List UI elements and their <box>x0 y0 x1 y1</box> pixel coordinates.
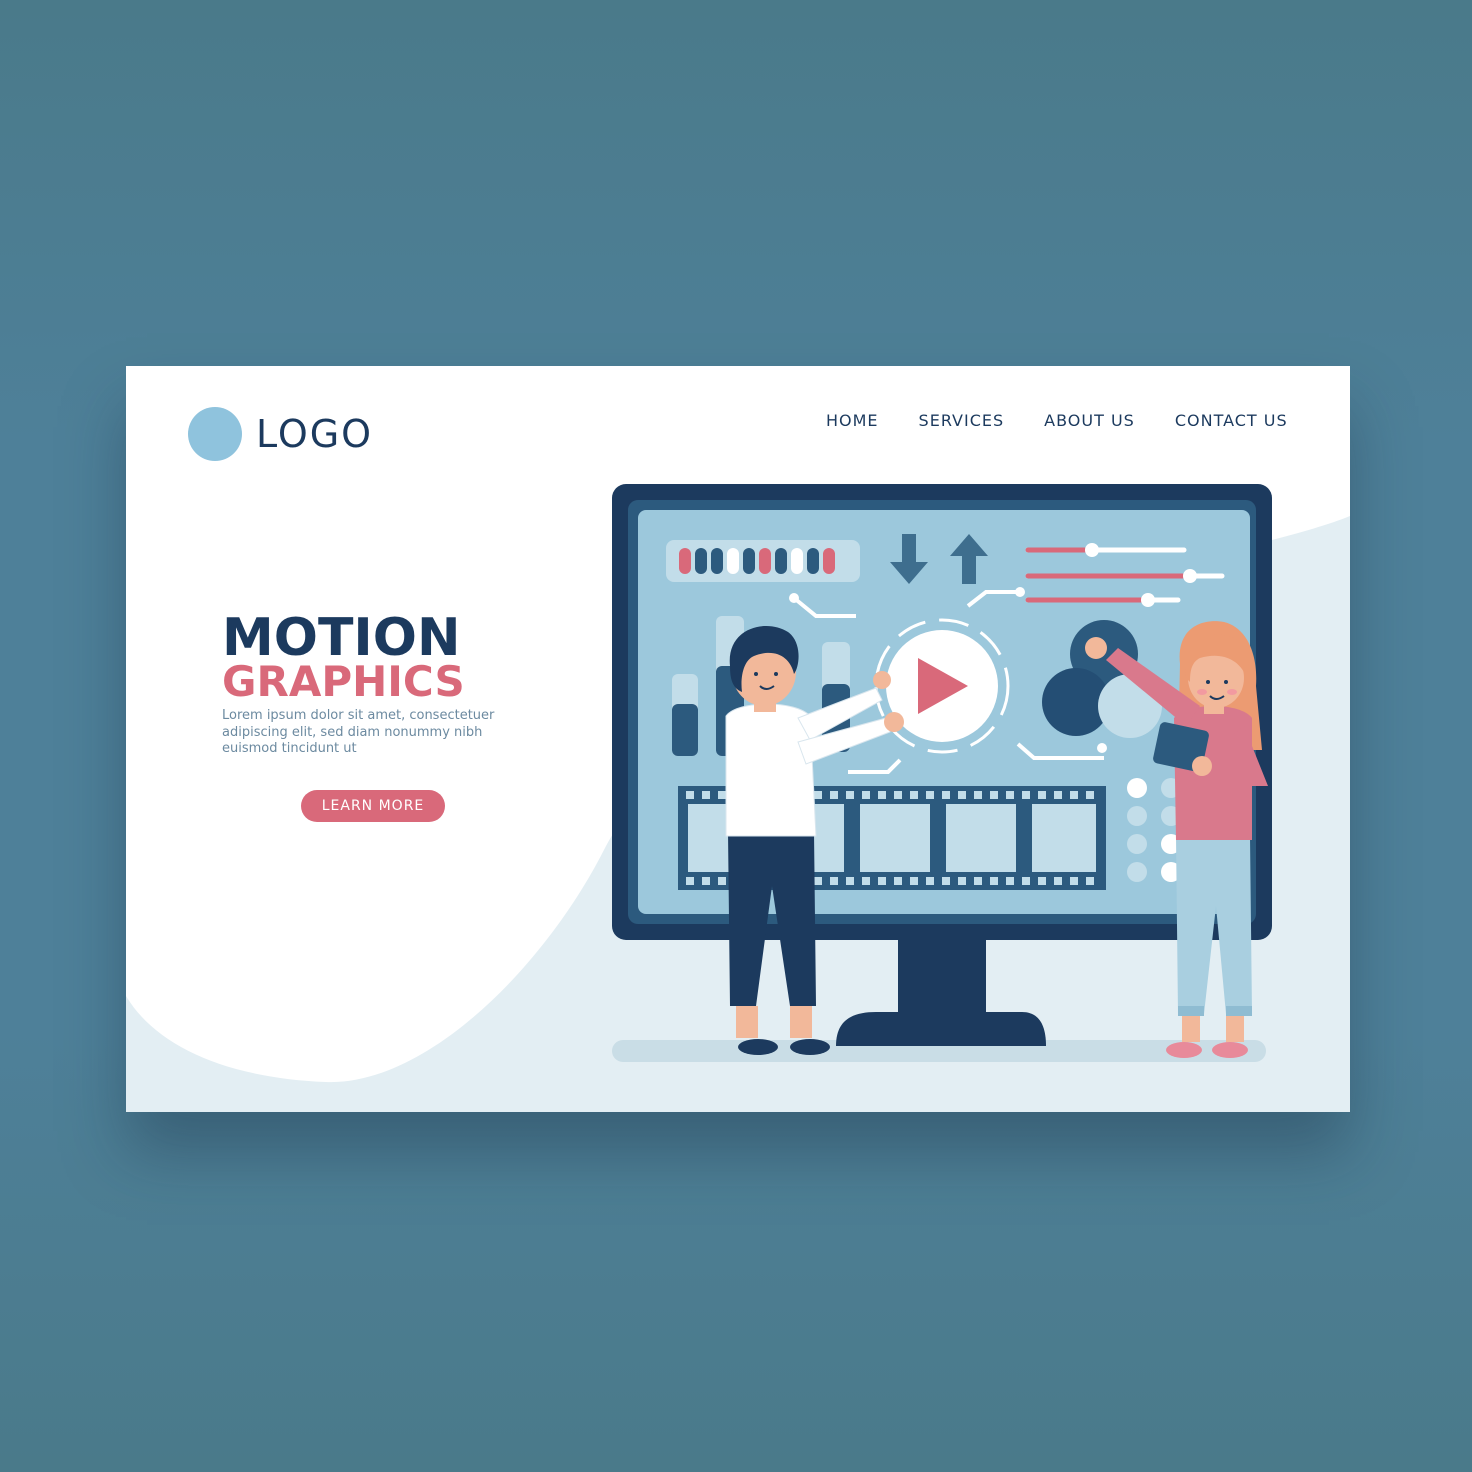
landing-page: LOGO HOME SERVICES ABOUT US CONTACT US M… <box>126 366 1350 1112</box>
hero-illustration <box>612 484 1272 1062</box>
monitor-base <box>836 1012 1046 1046</box>
monitor-neck <box>898 938 986 1018</box>
